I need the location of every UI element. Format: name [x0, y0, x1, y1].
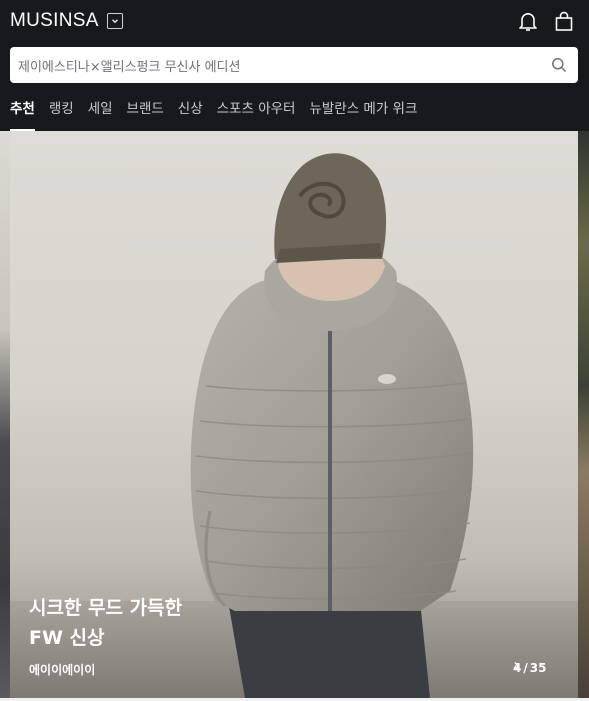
banner-title-line1: 시크한 무드 가득한 — [29, 597, 183, 619]
tab-sale[interactable]: 세일 — [88, 93, 113, 131]
logo-group[interactable]: MUSINSA — [10, 9, 123, 33]
musinsa-logo[interactable]: MUSINSA — [10, 10, 99, 32]
tab-sports-outer[interactable]: 스포츠 아우터 — [217, 93, 296, 131]
bell-icon[interactable] — [516, 9, 540, 33]
tab-newbalance-mega-week[interactable]: 뉴발란스 메가 위크 — [309, 93, 417, 131]
shopping-bag-icon[interactable] — [552, 9, 576, 33]
tab-ranking[interactable]: 랭킹 — [49, 93, 74, 131]
previous-slide-peek[interactable] — [0, 131, 10, 698]
banner-carousel[interactable]: 시크한 무드 가득한 FW 신상 에이이에이이 4 / 35 — [0, 131, 589, 698]
next-slide-peek[interactable] — [578, 131, 589, 698]
top-header: MUSINSA 제이에스티나×앨리스펑크 무신사 에디션 추천 랭킹 세일 브랜… — [0, 0, 589, 131]
banner-title-line2: FW 신상 — [29, 627, 105, 649]
banner-title: 시크한 무드 가득한 FW 신상 — [29, 593, 182, 653]
search-input[interactable]: 제이에스티나×앨리스펑크 무신사 에디션 — [18, 56, 550, 75]
search-bar[interactable]: 제이에스티나×앨리스펑크 무신사 에디션 — [10, 47, 578, 83]
banner-slide[interactable]: 시크한 무드 가득한 FW 신상 에이이에이이 4 / 35 — [10, 131, 578, 698]
slide-total: 35 — [529, 661, 547, 675]
chevron-down-icon[interactable] — [106, 13, 123, 29]
tab-new-arrivals[interactable]: 신상 — [178, 93, 203, 131]
search-icon[interactable] — [550, 56, 568, 74]
banner-brand[interactable]: 에이이에이이 — [29, 661, 95, 678]
category-tabs: 추천 랭킹 세일 브랜드 신상 스포츠 아우터 뉴발란스 메가 위크 — [10, 93, 431, 131]
slide-counter[interactable]: 4 / 35 — [513, 661, 552, 675]
slide-separator: / — [523, 661, 528, 675]
tab-recommend[interactable]: 추천 — [10, 93, 35, 131]
tab-brand[interactable]: 브랜드 — [127, 93, 164, 131]
